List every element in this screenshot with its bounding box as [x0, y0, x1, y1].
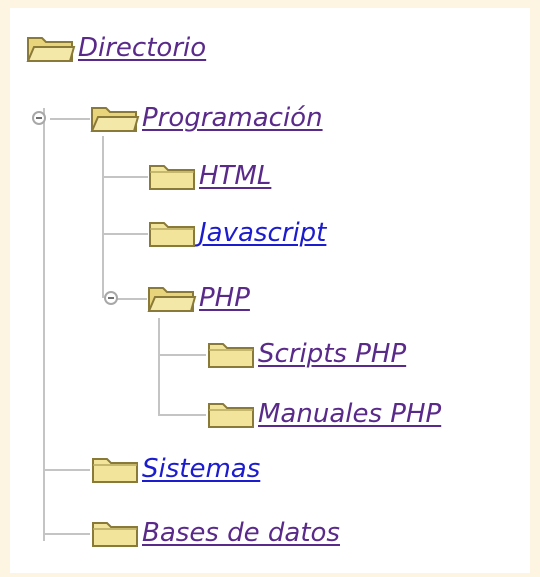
- tree-node-php[interactable]: PHP: [147, 278, 250, 318]
- tree-node-directorio[interactable]: Directorio: [26, 28, 206, 68]
- tree-line-to-html: [102, 176, 148, 178]
- tree-link-bases-de-datos[interactable]: Bases de datos: [142, 518, 340, 548]
- tree-node-scripts-php[interactable]: Scripts PHP: [206, 334, 406, 374]
- tree-link-php[interactable]: PHP: [199, 283, 250, 313]
- folder-closed-icon: [149, 222, 195, 247]
- tree-line-root: [43, 108, 45, 541]
- tree-link-programacion[interactable]: Programación: [142, 103, 323, 133]
- page-background: Directorio Programación HTML Javascript: [0, 0, 540, 577]
- folder-closed-icon: [149, 165, 195, 190]
- tree-line-to-manuales: [158, 414, 206, 416]
- tree-line-to-php: [117, 298, 147, 300]
- folder-open-icon: [147, 287, 197, 312]
- collapse-toggle-php[interactable]: [104, 291, 118, 305]
- tree-node-bases-de-datos[interactable]: Bases de datos: [90, 513, 340, 553]
- tree-line-programacion: [102, 136, 104, 298]
- folder-open-icon: [26, 37, 76, 62]
- tree-line-to-programacion: [50, 118, 90, 120]
- folder-closed-icon: [92, 458, 138, 483]
- tree-node-html[interactable]: HTML: [147, 156, 271, 196]
- directory-tree: Directorio Programación HTML Javascript: [10, 8, 530, 573]
- tree-line-to-bases: [43, 533, 90, 535]
- folder-open-icon: [90, 107, 140, 132]
- tree-link-directorio[interactable]: Directorio: [78, 33, 206, 63]
- tree-node-javascript[interactable]: Javascript: [147, 213, 326, 253]
- tree-line-php: [158, 318, 160, 416]
- tree-node-sistemas[interactable]: Sistemas: [90, 449, 260, 489]
- folder-closed-icon: [92, 522, 138, 547]
- tree-line-to-sistemas: [43, 469, 90, 471]
- tree-line-to-scripts: [158, 354, 206, 356]
- tree-line-to-javascript: [102, 233, 148, 235]
- folder-closed-icon: [208, 403, 254, 428]
- tree-node-manuales-php[interactable]: Manuales PHP: [206, 394, 441, 434]
- collapse-toggle-programacion[interactable]: [32, 111, 46, 125]
- tree-node-programacion[interactable]: Programación: [90, 98, 323, 138]
- tree-link-sistemas[interactable]: Sistemas: [142, 454, 260, 484]
- folder-closed-icon: [208, 343, 254, 368]
- tree-link-scripts-php[interactable]: Scripts PHP: [258, 339, 406, 369]
- tree-link-javascript[interactable]: Javascript: [199, 218, 326, 248]
- tree-link-html[interactable]: HTML: [199, 161, 271, 191]
- tree-link-manuales-php[interactable]: Manuales PHP: [258, 399, 441, 429]
